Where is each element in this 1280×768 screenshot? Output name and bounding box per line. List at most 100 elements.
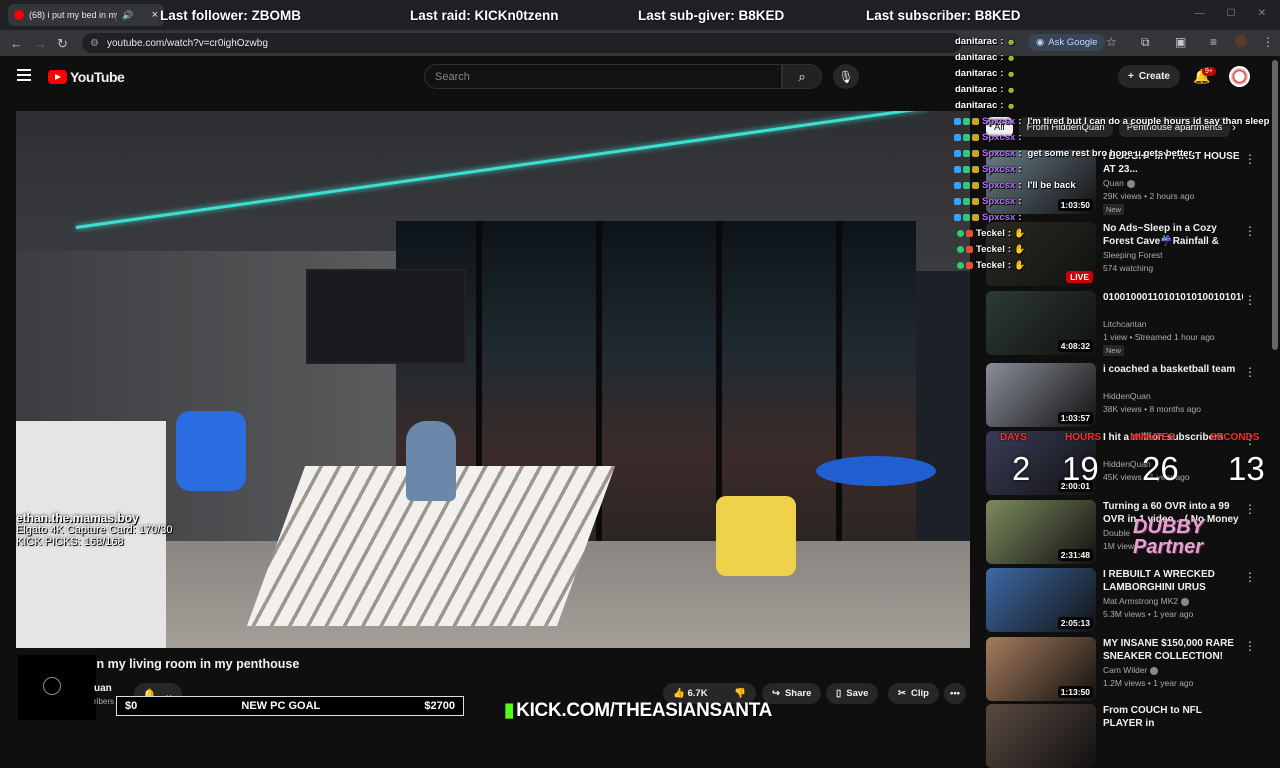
voice-search-button[interactable]: 🎙 bbox=[833, 64, 859, 89]
duration-badge: 1:03:57 bbox=[1057, 412, 1093, 424]
clip-button[interactable]: ✂ Clip bbox=[888, 683, 939, 704]
kick-url-overlay: ▮ KICK.COM/THEASIANSANTA bbox=[504, 699, 772, 722]
recommendation-item[interactable]: 1:03:57 i coached a basketball team Hidden… bbox=[986, 363, 1266, 427]
dislike-button[interactable]: 👎 bbox=[734, 688, 746, 699]
recommendation-thumbnail[interactable]: 1:13:50 bbox=[986, 637, 1096, 701]
more-options-icon[interactable]: ⋮ bbox=[1244, 570, 1256, 584]
youtube-logo[interactable]: YouTube bbox=[48, 69, 125, 85]
more-options-icon[interactable]: ⋮ bbox=[1244, 152, 1256, 166]
recommendation-title[interactable]: MY INSANE $150,000 RARE SNEAKER COLLECTI… bbox=[1103, 637, 1243, 663]
recommendation-item[interactable]: From COUCH to NFL PLAYER in bbox=[986, 704, 1266, 768]
timer-label-hours: HOURS bbox=[1065, 432, 1102, 443]
recommendation-channel[interactable]: Quan bbox=[1103, 178, 1135, 188]
stream-overlay-top: Last follower: ZBOMB Last raid: KICKn0tz… bbox=[160, 0, 1060, 30]
recommendation-item[interactable]: 4:08:32 0100100011010101010010101010 Litch… bbox=[986, 291, 1266, 356]
minimize-icon[interactable]: — bbox=[1195, 8, 1205, 19]
last-sub-giver: Last sub-giver: B8KED bbox=[638, 7, 785, 23]
channel-name[interactable]: uan bbox=[94, 683, 112, 694]
recommendation-title[interactable]: i coached a basketball team bbox=[1103, 363, 1243, 376]
recommendation-title[interactable]: From COUCH to NFL PLAYER in bbox=[1103, 704, 1243, 730]
create-label: Create bbox=[1138, 71, 1170, 82]
speaker-icon[interactable]: 🔊 bbox=[122, 10, 133, 21]
dubby-word: DUBBY bbox=[1133, 516, 1205, 538]
recommendation-thumbnail[interactable]: 1:03:57 bbox=[986, 363, 1096, 427]
recommendation-item[interactable]: 2:05:13 I REBUILT A WRECKED LAMBORGHINI U… bbox=[986, 568, 1266, 632]
duration-badge: 2:05:13 bbox=[1057, 617, 1093, 629]
url-field[interactable]: ⚙ youtube.com/watch?v=cr0ighOzwbg bbox=[82, 33, 962, 53]
more-options-icon[interactable]: ⋮ bbox=[1244, 293, 1256, 307]
search-button[interactable]: ⌕ bbox=[782, 64, 822, 89]
video-yellow-chair bbox=[716, 496, 796, 576]
like-button[interactable]: 👍 6.7K bbox=[673, 688, 708, 699]
bookmark-star-icon[interactable]: ☆ bbox=[1106, 35, 1117, 49]
verified-icon bbox=[1126, 179, 1135, 188]
timer-minutes: 26 bbox=[1142, 450, 1179, 487]
recommendation-meta: 29K views • 2 hours ago bbox=[1103, 191, 1195, 201]
duration-badge: 4:08:32 bbox=[1057, 340, 1093, 352]
recommendation-thumbnail[interactable]: 2:05:13 bbox=[986, 568, 1096, 632]
chat-colon: : bbox=[1000, 68, 1004, 79]
maximize-icon[interactable]: ☐ bbox=[1227, 8, 1236, 19]
chat-colon: : bbox=[1018, 212, 1022, 223]
more-actions-button[interactable]: ••• bbox=[944, 683, 966, 704]
video-player[interactable] bbox=[16, 111, 970, 648]
duration-badge: 2:31:48 bbox=[1057, 549, 1093, 561]
account-avatar[interactable] bbox=[1229, 66, 1250, 87]
recommendation-thumbnail[interactable] bbox=[986, 704, 1096, 768]
recommendation-title[interactable]: 0100100011010101010010101010 bbox=[1103, 291, 1243, 304]
recommendation-thumbnail[interactable]: 2:31:48 bbox=[986, 500, 1096, 564]
chat-message: Teckel: ✋ bbox=[957, 260, 1028, 271]
recommendation-channel[interactable]: Sleeping Forest bbox=[1103, 250, 1163, 260]
recommendation-title[interactable]: I REBUILT A WRECKED LAMBORGHINI URUS bbox=[1103, 568, 1243, 594]
profile-avatar[interactable] bbox=[1235, 35, 1247, 47]
site-info-icon[interactable]: ⚙ bbox=[90, 38, 99, 49]
back-icon[interactable]: ← bbox=[10, 36, 23, 51]
window-controls: — ☐ ✕ bbox=[1195, 8, 1266, 19]
side-panel-icon[interactable]: ▣ bbox=[1175, 35, 1186, 49]
chat-message: danitarac: ☻ bbox=[955, 36, 1019, 47]
more-options-icon[interactable]: ⋮ bbox=[1244, 224, 1256, 238]
chat-colon: : bbox=[1000, 100, 1004, 111]
chat-username: Teckel bbox=[976, 228, 1005, 239]
last-follower: Last follower: ZBOMB bbox=[160, 7, 301, 23]
overlay-name: ethan.the.mamas.boy bbox=[16, 511, 139, 525]
ask-google-button[interactable]: ◉ Ask Google bbox=[1028, 34, 1106, 51]
recommendation-item[interactable]: 2:31:48 Turning a 60 OVR into a 99 OVR in… bbox=[986, 500, 1266, 564]
recommendation-channel[interactable]: Cam Wilder bbox=[1103, 665, 1159, 675]
recommendation-channel[interactable]: Mat Armstrong MK2 bbox=[1103, 596, 1190, 606]
recommendation-title[interactable]: No Ads~Sleep in a Cozy Forest Cave☔Rainf… bbox=[1103, 222, 1243, 248]
more-options-icon[interactable]: ⋮ bbox=[1244, 502, 1256, 516]
search-input[interactable]: Search bbox=[424, 64, 782, 89]
close-window-icon[interactable]: ✕ bbox=[1258, 8, 1266, 19]
save-label: Save bbox=[846, 688, 869, 699]
browser-menu-icon[interactable]: ⋮ bbox=[1262, 35, 1274, 49]
save-button[interactable]: ▯ Save bbox=[826, 683, 879, 704]
create-button[interactable]: + Create bbox=[1118, 65, 1180, 88]
chat-text: I'm tired but I can do a couple hours id… bbox=[1027, 116, 1270, 127]
chat-username: Teckel bbox=[976, 244, 1005, 255]
recommendation-channel[interactable]: Litchcantan bbox=[1103, 319, 1146, 329]
chat-message: Spxcsx: I'm tired but I can do a couple h… bbox=[954, 116, 1269, 127]
more-options-icon[interactable]: ⋮ bbox=[1244, 365, 1256, 379]
recommendation-channel[interactable]: HiddenQuan bbox=[1103, 391, 1151, 401]
video-tv bbox=[306, 269, 466, 364]
forward-icon[interactable]: → bbox=[34, 36, 47, 51]
close-tab-icon[interactable]: × bbox=[152, 9, 158, 21]
chat-emote-icon: ☻ bbox=[1006, 84, 1016, 95]
search-icon: ⌕ bbox=[798, 68, 806, 84]
reload-icon[interactable]: ↻ bbox=[57, 36, 68, 52]
extensions-icon[interactable]: ⧉ bbox=[1141, 35, 1150, 50]
verified-icon bbox=[1181, 597, 1190, 606]
chat-message: Spxcsx: bbox=[954, 164, 1027, 175]
media-icon[interactable]: ≡ bbox=[1210, 35, 1217, 49]
recommendation-thumbnail[interactable]: 4:08:32 bbox=[986, 291, 1096, 355]
scrollbar[interactable] bbox=[1272, 60, 1278, 350]
duration-badge: 1:13:50 bbox=[1057, 686, 1093, 698]
video-hand-chair bbox=[176, 411, 246, 491]
recommendation-channel[interactable]: Double bbox=[1103, 528, 1130, 538]
hamburger-menu-icon[interactable] bbox=[17, 69, 31, 81]
more-options-icon[interactable]: ⋮ bbox=[1244, 639, 1256, 653]
browser-tab[interactable]: (68) i put my bed in my livi 🔊 × bbox=[8, 4, 164, 26]
recommendation-item[interactable]: 1:13:50 MY INSANE $150,000 RARE SNEAKER C… bbox=[986, 637, 1266, 701]
chat-emote-icon: ☻ bbox=[1006, 36, 1016, 47]
